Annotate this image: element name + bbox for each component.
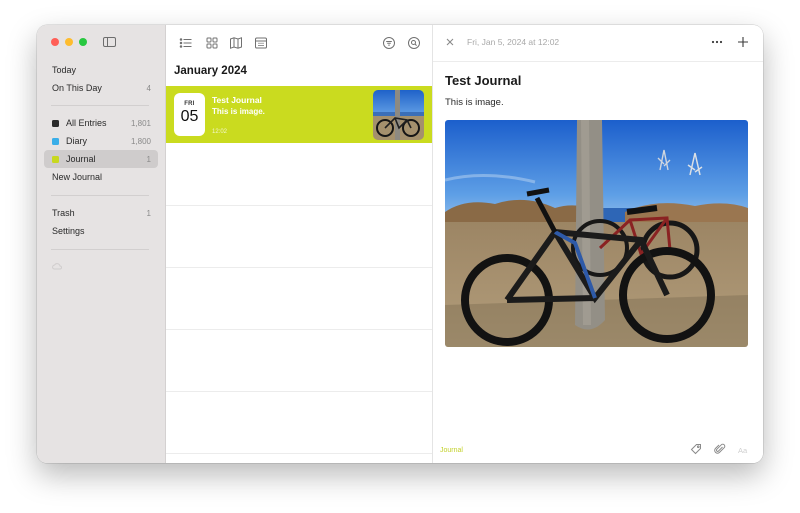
journal-color-swatch: [52, 137, 59, 145]
sync-icon: [52, 263, 62, 271]
entry-list-pane: January 2024 FRI 05 Test Journal This is…: [166, 25, 433, 463]
sidebar-item-label: On This Day: [52, 83, 102, 93]
sidebar-item-settings[interactable]: Settings: [44, 222, 158, 240]
close-icon[interactable]: [445, 37, 455, 47]
map-icon[interactable]: [229, 36, 243, 50]
entry-day-of-week: FRI: [184, 101, 195, 107]
list-separator: [166, 391, 432, 392]
entry-thumbnail: [373, 90, 424, 140]
grid-icon[interactable]: [205, 36, 219, 50]
entry-title-heading[interactable]: Test Journal: [445, 73, 521, 88]
entry-snippet: This is image.: [212, 107, 265, 116]
window-controls: [51, 38, 87, 46]
sidebar-item-today[interactable]: Today: [44, 61, 158, 79]
list-separator: [166, 267, 432, 268]
list-separator: [166, 329, 432, 330]
sidebar-item-label: Trash: [52, 208, 75, 218]
month-header: January 2024: [174, 65, 247, 77]
sidebar-divider: [51, 105, 149, 106]
entry-list-item[interactable]: FRI 05 Test Journal This is image. 12:02: [166, 86, 432, 143]
close-window-button[interactable]: [51, 38, 59, 46]
sidebar-divider: [51, 249, 149, 250]
paperclip-icon[interactable]: [714, 443, 726, 455]
sidebar-divider: [51, 195, 149, 196]
calendar-icon[interactable]: [254, 36, 268, 50]
sidebar-item-all-entries[interactable]: All Entries 1,801: [44, 114, 158, 132]
plus-icon[interactable]: [737, 36, 749, 48]
maximize-window-button[interactable]: [79, 38, 87, 46]
minimize-window-button[interactable]: [65, 38, 73, 46]
sidebar-item-trash[interactable]: Trash 1: [44, 204, 158, 222]
sidebar-item-count: 4: [146, 83, 151, 93]
sidebar: Today On This Day 4 All Entries 1,801 Di…: [37, 25, 166, 463]
sidebar-item-label: Journal: [66, 154, 96, 164]
sidebar-item-journal[interactable]: Journal 1: [44, 150, 158, 168]
entry-date-label: Fri, Jan 5, 2024 at 12:02: [467, 37, 560, 47]
new-journal-label: New Journal: [52, 172, 103, 182]
sidebar-item-diary[interactable]: Diary 1,800: [44, 132, 158, 150]
entry-time: 12:02: [212, 129, 228, 135]
entry-title: Test Journal: [212, 95, 262, 105]
sidebar-item-on-this-day[interactable]: On This Day 4: [44, 79, 158, 97]
list-toolbar: [166, 25, 432, 61]
sidebar-toggle-icon[interactable]: [103, 37, 116, 47]
filter-icon[interactable]: [382, 36, 396, 50]
entry-photo[interactable]: [445, 120, 748, 347]
entry-detail-pane: Fri, Jan 5, 2024 at 12:02 Test Journal T…: [433, 25, 763, 463]
entry-date-badge: FRI 05: [174, 93, 205, 136]
app-window: Today On This Day 4 All Entries 1,801 Di…: [37, 25, 763, 463]
tag-icon[interactable]: [690, 443, 702, 455]
sidebar-item-count: 1: [146, 154, 151, 164]
new-journal-button[interactable]: New Journal: [44, 168, 158, 186]
journal-color-swatch: [52, 155, 59, 163]
text-format-button[interactable]: Aa: [738, 446, 747, 455]
search-icon[interactable]: [407, 36, 421, 50]
detail-toolbar: Fri, Jan 5, 2024 at 12:02: [433, 25, 763, 62]
journal-tag-label[interactable]: Journal: [440, 447, 463, 454]
more-icon[interactable]: [711, 37, 723, 47]
list-separator: [166, 205, 432, 206]
sidebar-item-label: Today: [52, 65, 77, 75]
sidebar-item-label: Settings: [52, 226, 85, 236]
journal-color-swatch: [52, 119, 59, 127]
entry-body-text[interactable]: This is image.: [445, 97, 504, 108]
entry-day-number: 05: [180, 108, 199, 125]
sidebar-item-count: 1,800: [130, 136, 151, 146]
sidebar-item-label: All Entries: [66, 118, 107, 128]
list-icon[interactable]: [179, 36, 193, 50]
list-separator: [166, 453, 432, 454]
sidebar-item-label: Diary: [66, 136, 88, 146]
sidebar-item-count: 1,801: [130, 118, 151, 128]
sidebar-item-count: 1: [146, 208, 151, 218]
